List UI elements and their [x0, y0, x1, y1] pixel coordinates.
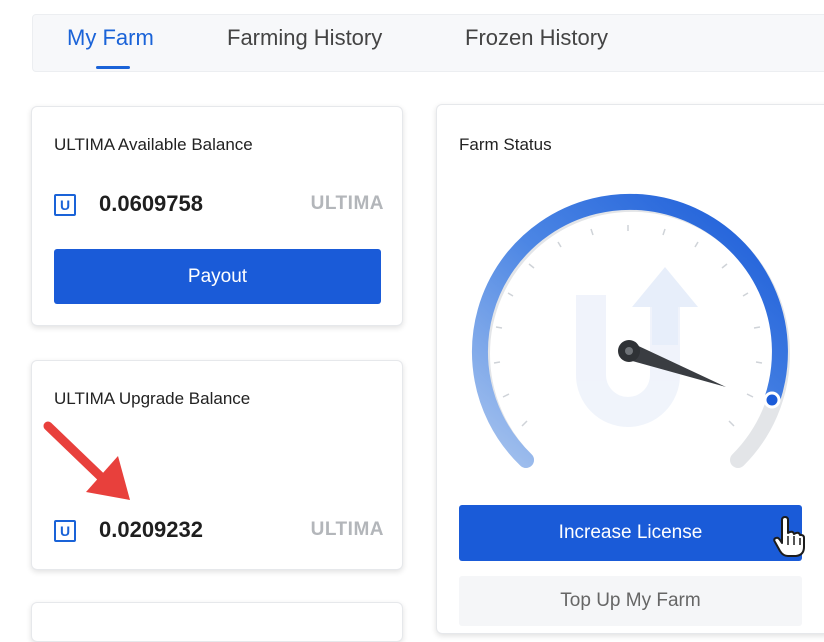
increase-license-button[interactable]: Increase License: [459, 505, 802, 561]
available-balance-card: ULTIMA Available Balance U 0.0609758 ULT…: [31, 106, 403, 326]
upgrade-balance-title: ULTIMA Upgrade Balance: [54, 389, 250, 409]
tab-my-farm[interactable]: My Farm: [67, 25, 154, 51]
available-balance-row: U 0.0609758 ULTIMA: [54, 191, 384, 221]
gauge-ticks: [494, 225, 762, 426]
active-tab-indicator: [96, 66, 130, 69]
available-balance-unit: ULTIMA: [311, 193, 384, 215]
tab-farming-history[interactable]: Farming History: [227, 25, 382, 51]
hand-pointer-icon: [772, 516, 806, 558]
available-balance-amount: 0.0609758: [99, 191, 203, 217]
upgrade-balance-amount: 0.0209232: [99, 517, 203, 543]
farm-status-title: Farm Status: [459, 135, 552, 155]
top-up-farm-button[interactable]: Top Up My Farm: [459, 576, 802, 626]
gauge-value-marker: [765, 393, 779, 407]
upgrade-balance-unit: ULTIMA: [311, 519, 384, 541]
next-card: [31, 602, 403, 642]
red-arrow-icon: [38, 418, 138, 508]
ultima-coin-icon: U: [54, 520, 76, 542]
payout-button[interactable]: Payout: [54, 249, 381, 304]
tab-frozen-history[interactable]: Frozen History: [465, 25, 608, 51]
farm-status-gauge: [436, 175, 816, 485]
ultima-coin-icon: U: [54, 194, 76, 216]
upgrade-balance-row: U 0.0209232 ULTIMA: [54, 517, 384, 547]
available-balance-title: ULTIMA Available Balance: [54, 135, 253, 155]
